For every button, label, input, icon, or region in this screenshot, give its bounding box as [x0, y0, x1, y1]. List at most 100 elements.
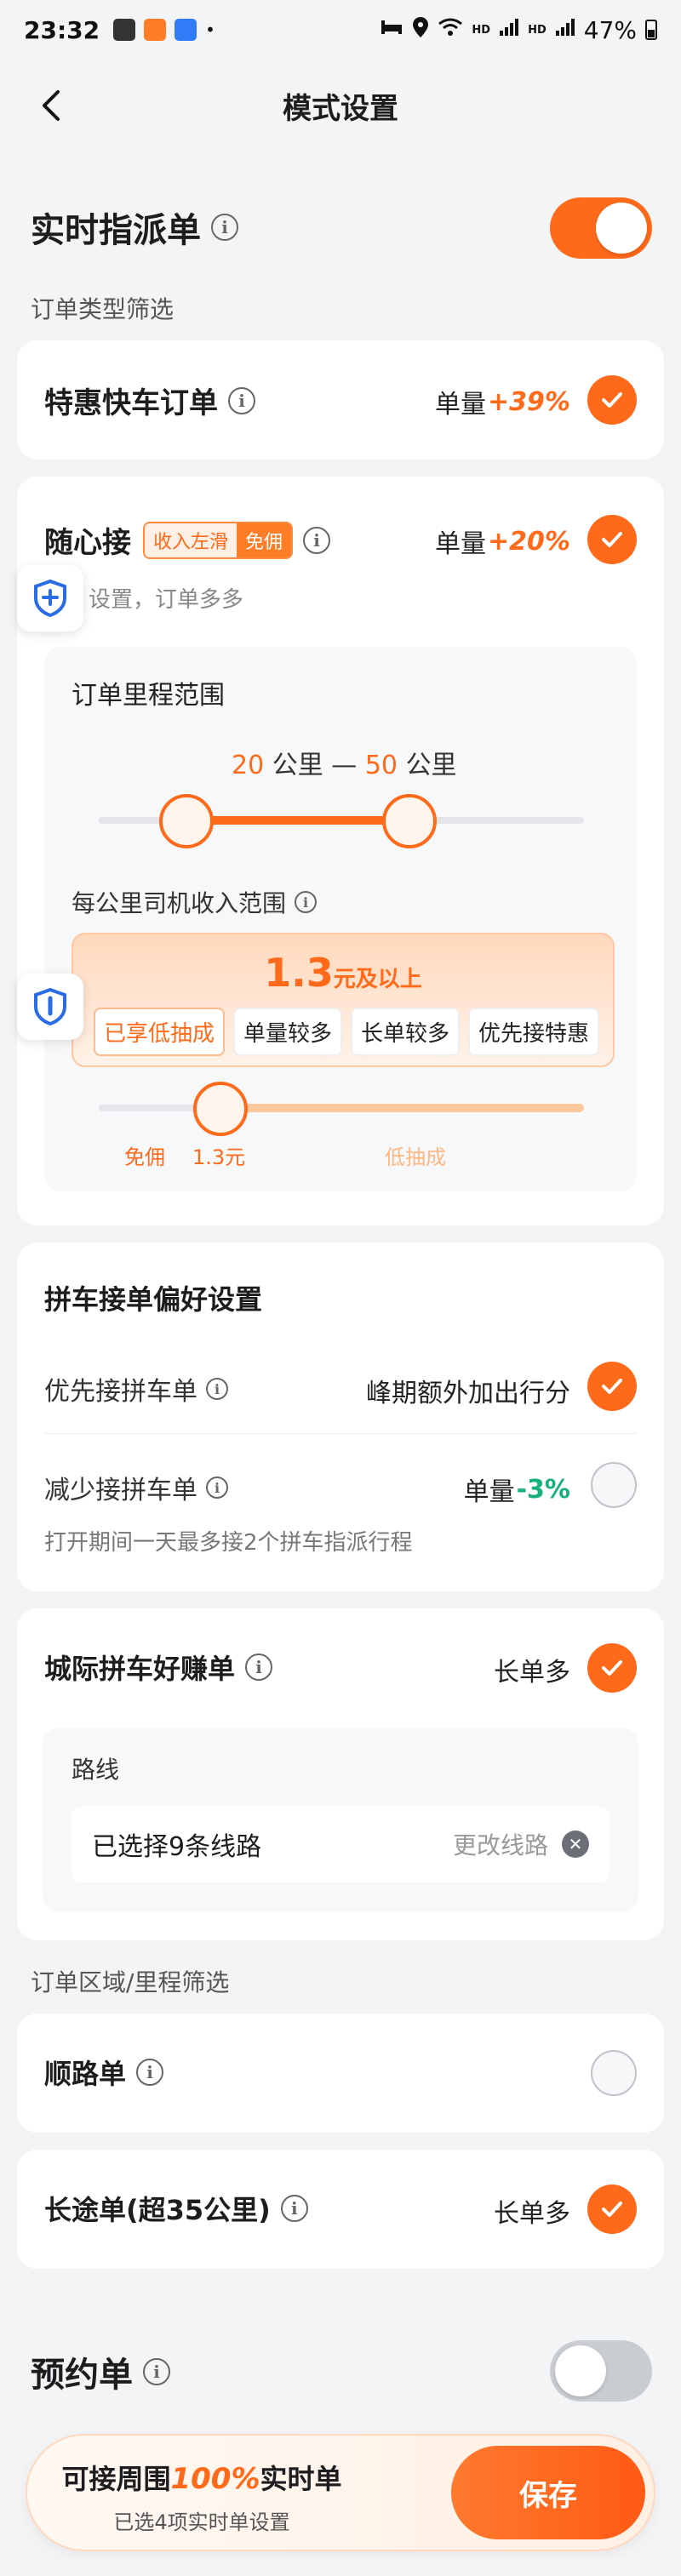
- info-icon[interactable]: i: [136, 2059, 164, 2086]
- check-icon: [602, 532, 622, 547]
- suixin-tag-left-swipe: 收入左滑: [145, 523, 237, 557]
- income-slider-right-label: 低抽成: [385, 1145, 446, 1169]
- income-slider-value-label: 1.3元: [192, 1145, 246, 1169]
- info-icon[interactable]: i: [245, 1654, 273, 1681]
- express-order-title: 特惠快车订单: [44, 386, 218, 420]
- income-thumb[interactable]: [192, 1082, 248, 1136]
- income-track-light: [220, 1104, 584, 1112]
- express-qty-label: 单量: [435, 390, 487, 420]
- shunlu-radio[interactable]: [591, 2050, 637, 2096]
- mileage-track-fill: [186, 816, 409, 825]
- income-unit: 元及以上: [333, 967, 422, 992]
- chip-low-commission: 已享低抽成: [94, 1008, 226, 1056]
- info-icon[interactable]: i: [280, 2195, 308, 2222]
- location-icon: [412, 16, 429, 43]
- reduce-carpool-label: 减少接拼车单: [44, 1476, 197, 1505]
- check-icon: [602, 1379, 622, 1394]
- realtime-header: 实时指派单 i: [31, 203, 238, 252]
- chip-more-long-orders: 长单较多: [351, 1008, 461, 1056]
- info-icon[interactable]: i: [295, 891, 318, 913]
- suixin-tag-commission-free: 免佣: [237, 523, 292, 557]
- change-route-link[interactable]: 更改线路: [453, 1827, 548, 1861]
- long-trip-check[interactable]: [587, 2185, 637, 2234]
- realtime-toggle[interactable]: [550, 197, 652, 259]
- save-button[interactable]: 保存: [451, 2446, 645, 2539]
- long-trip-title: 长途单(超35公里): [44, 2194, 271, 2226]
- carpool-pref-card: 拼车接单偏好设置 优先接拼车单 i 峰期额外加出行分 减少接拼车单 i 单量 -3…: [17, 1242, 664, 1591]
- chevron-left-icon: [43, 90, 60, 121]
- bed-icon: [380, 18, 403, 42]
- suixin-qty-pct: +20%: [488, 526, 570, 557]
- shunlu-card[interactable]: 顺路单 i: [17, 2013, 664, 2133]
- summary-sub: 已选4项实时单设置: [113, 2510, 290, 2534]
- intercity-check[interactable]: [587, 1643, 637, 1693]
- shield-float-button-2[interactable]: [17, 974, 83, 1040]
- income-value-box: 1.3元及以上 已享低抽成 单量较多 长单较多 优先接特惠: [72, 933, 615, 1067]
- info-icon[interactable]: i: [143, 2358, 170, 2385]
- info-icon[interactable]: i: [211, 214, 238, 241]
- route-value: 已选择9条线路: [92, 1832, 262, 1862]
- info-icon[interactable]: i: [206, 1378, 228, 1400]
- shield-icon: [34, 988, 66, 1025]
- suixin-title: 随心接: [44, 526, 131, 560]
- income-chips: 已享低抽成 单量较多 长单较多 优先接特惠: [94, 1008, 600, 1056]
- battery-icon: [645, 20, 657, 40]
- suixin-qty-label: 单量: [435, 529, 487, 559]
- info-icon[interactable]: i: [228, 386, 255, 414]
- income-value: 1.3: [264, 950, 334, 996]
- route-selector[interactable]: 已选择9条线路 更改线路 ✕: [72, 1806, 609, 1882]
- express-order-card[interactable]: 特惠快车订单 i 单量 +39%: [17, 340, 664, 460]
- bottom-summary-bar: 可接周围100%实时单 已选4项实时单设置 保存: [26, 2434, 655, 2551]
- suixin-check[interactable]: [587, 515, 637, 564]
- shield-float-button[interactable]: [17, 565, 83, 631]
- signal-icon: [499, 18, 519, 42]
- long-trip-card[interactable]: 长途单(超35公里) i 长单多: [17, 2150, 664, 2269]
- hd-label: HD: [472, 23, 491, 37]
- prefer-carpool-check[interactable]: [587, 1362, 637, 1411]
- route-box: 路线 已选择9条线路 更改线路 ✕: [43, 1728, 638, 1911]
- app-notification-icon: [144, 19, 167, 41]
- intercity-title: 城际拼车好赚单: [44, 1653, 236, 1685]
- mileage-slider[interactable]: [99, 791, 584, 851]
- chip-priority-discount: 优先接特惠: [468, 1008, 600, 1056]
- back-button[interactable]: [31, 85, 72, 126]
- reserve-title: 预约单: [31, 2356, 133, 2395]
- gallery-icon: [113, 19, 136, 41]
- status-time: 23:32: [24, 15, 100, 44]
- order-type-filter-label: 订单类型筛选: [31, 295, 175, 323]
- mileage-range-label: 订单里程范围: [72, 681, 225, 711]
- intercity-right: 长单多: [494, 1658, 570, 1688]
- wifi-icon: [438, 17, 463, 43]
- shield-plus-icon: [34, 580, 66, 617]
- info-icon[interactable]: i: [303, 526, 331, 554]
- mileage-min: 20: [232, 751, 265, 780]
- mileage-dash: —: [331, 751, 358, 780]
- summary-suffix: 实时单: [260, 2463, 342, 2495]
- clear-icon[interactable]: ✕: [562, 1831, 589, 1858]
- region-filter-label: 订单区域/里程筛选: [31, 1968, 230, 1996]
- mileage-max-thumb[interactable]: [381, 794, 437, 848]
- check-icon: [602, 1660, 622, 1676]
- income-slider[interactable]: [99, 1079, 584, 1139]
- reduce-qty-pct: -3%: [516, 1474, 570, 1505]
- mileage-max: 50: [364, 751, 398, 780]
- divider: [44, 1433, 637, 1434]
- hd-label-2: HD: [528, 23, 547, 37]
- mileage-max-unit: 公里: [405, 751, 457, 780]
- shunlu-title: 顺路单: [44, 2058, 127, 2090]
- info-icon[interactable]: i: [206, 1476, 228, 1499]
- long-trip-right: 长单多: [494, 2199, 570, 2229]
- battery-percent: 47%: [583, 15, 637, 44]
- mileage-min-thumb[interactable]: [158, 794, 214, 848]
- summary-pct: 100%: [170, 2462, 260, 2496]
- reserve-toggle[interactable]: [550, 2340, 652, 2402]
- more-dot-icon: •: [205, 20, 215, 40]
- reduce-qty-label: 单量: [463, 1477, 515, 1507]
- nav-bar: 模式设置: [0, 65, 681, 146]
- carpool-pref-title: 拼车接单偏好设置: [44, 1283, 263, 1316]
- mileage-range-text: 20 公里 — 50 公里: [232, 744, 457, 781]
- express-check[interactable]: [587, 375, 637, 425]
- chip-more-orders: 单量较多: [233, 1008, 343, 1056]
- reduce-carpool-radio[interactable]: [591, 1462, 637, 1508]
- check-icon: [602, 2202, 622, 2217]
